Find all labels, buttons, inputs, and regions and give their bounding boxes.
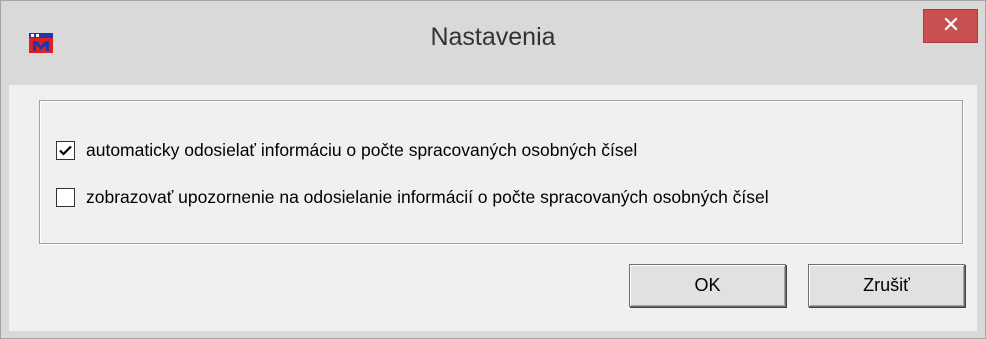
close-button[interactable]	[923, 9, 978, 43]
auto-send-label: automaticky odosielať informáciu o počte…	[86, 140, 638, 160]
show-warning-label: zobrazovať upozornenie na odosielanie in…	[86, 187, 769, 207]
options-group: automaticky odosielať informáciu o počte…	[39, 100, 963, 244]
window-title: Nastavenia	[430, 23, 556, 51]
ok-button[interactable]: OK	[629, 264, 786, 307]
checkmark-icon	[59, 145, 72, 156]
option-auto-send[interactable]: automaticky odosielať informáciu o počte…	[56, 140, 637, 161]
settings-dialog: Nastavenia automaticky odosielať informá…	[0, 0, 986, 339]
show-warning-checkbox[interactable]	[56, 188, 75, 207]
option-show-warning[interactable]: zobrazovať upozornenie na odosielanie in…	[56, 187, 769, 208]
title-bar[interactable]: Nastavenia	[1, 1, 985, 85]
dialog-body: automaticky odosielať informáciu o počte…	[9, 85, 977, 331]
cancel-button[interactable]: Zrušiť	[808, 264, 965, 307]
auto-send-checkbox[interactable]	[56, 141, 75, 160]
close-icon	[943, 16, 958, 36]
